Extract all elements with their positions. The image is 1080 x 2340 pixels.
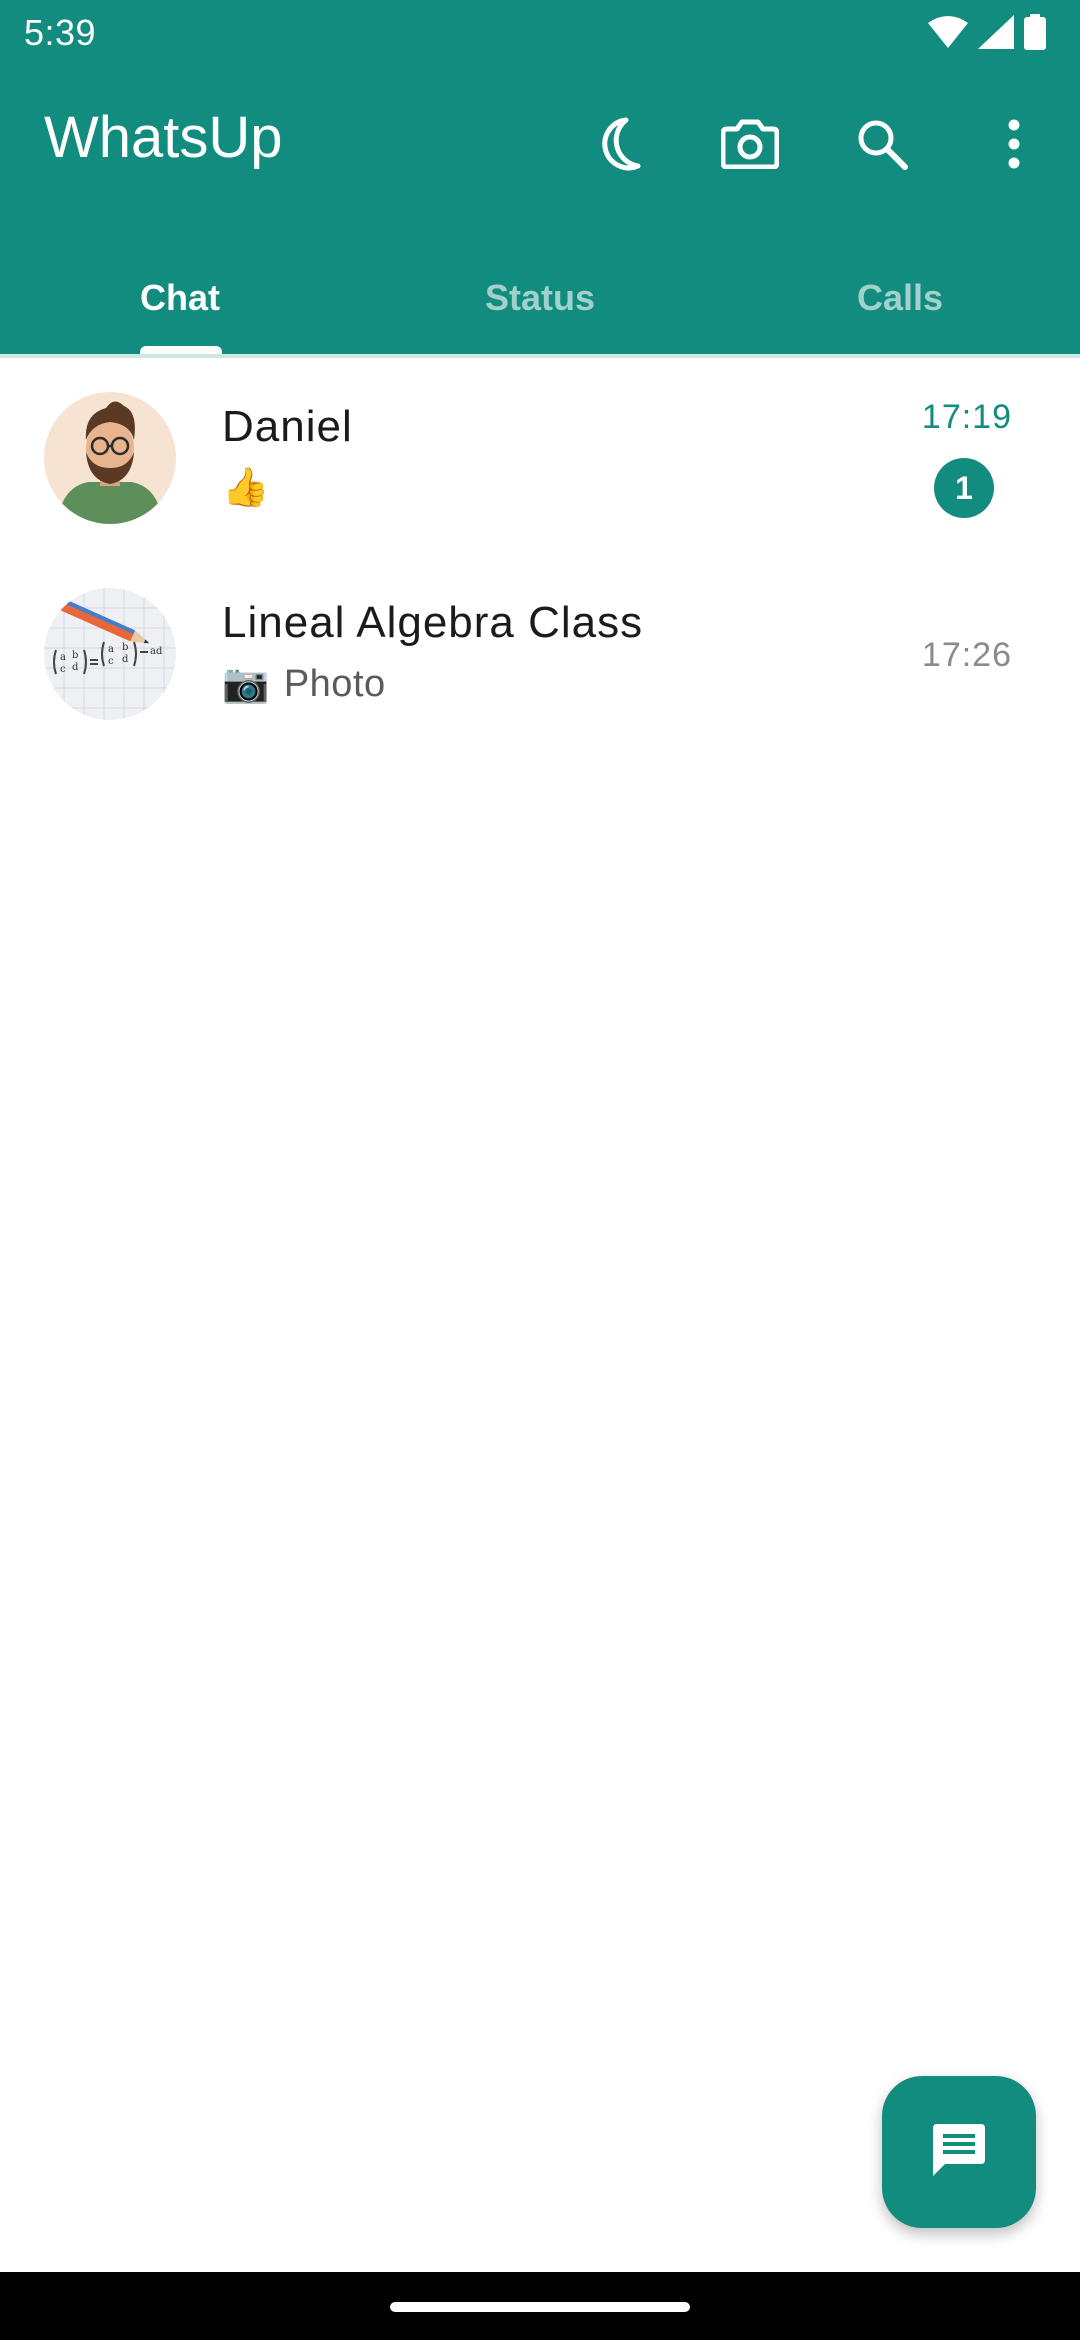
chat-preview: 📷 Photo <box>222 662 386 706</box>
math-notebook-avatar: ab cd ab cd ad <box>44 588 176 720</box>
chat-preview: 👍 <box>222 466 270 510</box>
status-time: 5:39 <box>24 12 97 53</box>
home-indicator[interactable] <box>390 2302 690 2312</box>
chat-list-item-lineal-algebra-class[interactable]: ab cd ab cd ad Lineal Algebra Class 📷 Ph… <box>0 556 1080 752</box>
new-chat-button[interactable] <box>882 2076 1036 2228</box>
man-with-glasses-avatar <box>44 392 176 524</box>
svg-text:d: d <box>122 654 129 665</box>
chat-time: 17:26 <box>921 636 1012 674</box>
system-navigation-bar <box>0 2272 1080 2340</box>
wifi-icon <box>928 15 968 54</box>
status-icons <box>928 13 1046 55</box>
more-vert-icon <box>1007 119 1021 169</box>
status-bar: 5:39 <box>0 0 1080 66</box>
svg-text:c: c <box>108 656 114 667</box>
svg-text:d: d <box>72 662 79 673</box>
tabs-divider <box>0 354 1080 358</box>
tab-calls[interactable]: Calls <box>720 240 1080 356</box>
app-bar: 5:39 WhatsUp Chat Status Calls <box>0 0 1080 358</box>
svg-text:b: b <box>72 650 78 661</box>
camera-button[interactable] <box>710 104 790 184</box>
signal-icon <box>978 14 1014 54</box>
chat-name: Lineal Algebra Class <box>222 598 644 647</box>
battery-icon <box>1024 13 1046 55</box>
dark-mode-icon <box>592 116 644 172</box>
tab-bar: Chat Status Calls <box>0 240 1080 356</box>
new-chat-icon <box>929 2120 989 2185</box>
last-message: 👍 <box>222 467 270 509</box>
camera-emoji-icon: 📷 <box>222 663 270 705</box>
search-button[interactable] <box>842 104 922 184</box>
more-options-button[interactable] <box>974 104 1054 184</box>
camera-icon <box>721 119 779 169</box>
avatar[interactable]: ab cd ab cd ad <box>44 588 176 720</box>
chat-name: Daniel <box>222 402 353 451</box>
search-icon <box>856 118 908 170</box>
svg-text:a: a <box>108 644 114 655</box>
svg-text:a: a <box>60 652 66 663</box>
avatar[interactable] <box>44 392 176 524</box>
unread-badge: 1 <box>934 458 994 518</box>
dark-mode-button[interactable] <box>578 104 658 184</box>
svg-text:b: b <box>122 642 128 653</box>
svg-text:c: c <box>60 664 66 675</box>
tab-chat[interactable]: Chat <box>0 240 360 356</box>
svg-text:ad: ad <box>150 646 163 657</box>
tab-status[interactable]: Status <box>360 240 720 356</box>
chat-list-item-daniel[interactable]: Daniel 👍 17:19 1 <box>0 360 1080 556</box>
last-message: Photo <box>283 662 386 705</box>
app-title: WhatsUp <box>44 105 283 170</box>
chat-time: 17:19 <box>921 398 1012 436</box>
